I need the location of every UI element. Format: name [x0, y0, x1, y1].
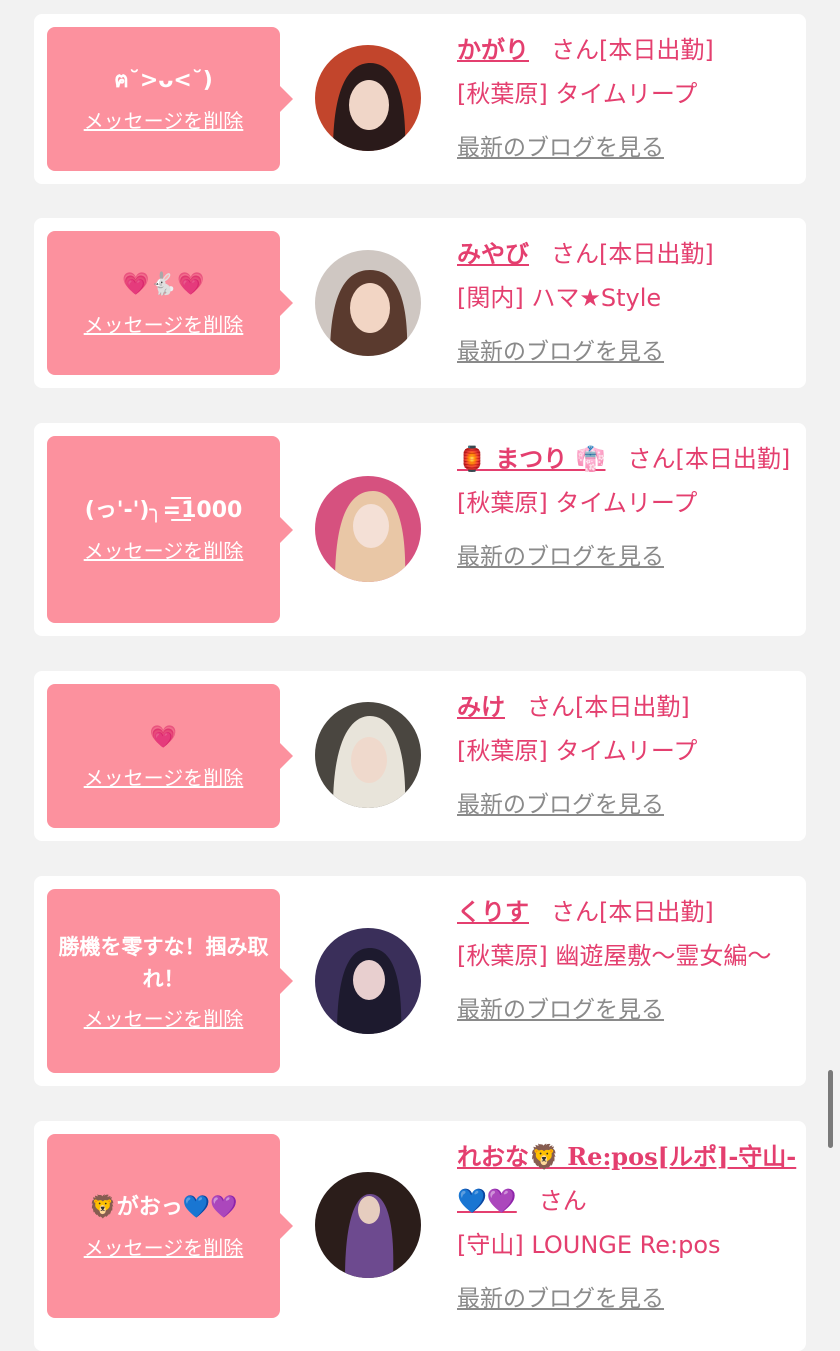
- honorific: さん: [538, 1187, 587, 1215]
- avatar-face: [350, 283, 390, 333]
- latest-blog-link[interactable]: 最新のブログを見る: [457, 783, 797, 827]
- message-text: 💗: [149, 724, 178, 750]
- avatar-face: [351, 737, 387, 783]
- honorific: さん: [551, 240, 599, 268]
- cast-info: みけ さん[本日出勤] [秋葉原] タイムリープ 最新のブログを見る: [457, 685, 797, 827]
- cast-card: 勝機を零すな！掴み取れ！ メッセージを削除 くりす さん[本日出勤] [秋葉原] …: [34, 876, 806, 1086]
- message-bubble: 🦁がおっ💙💜 メッセージを削除: [47, 1134, 293, 1318]
- honorific: さん: [527, 693, 575, 721]
- avatar[interactable]: [315, 928, 421, 1034]
- honorific: さん: [551, 36, 599, 64]
- cast-info: れおな🦁 Re:pos[ルポ]-守山-💙💜 さん [守山] LOUNGE Re:p…: [457, 1135, 797, 1321]
- delete-message-link[interactable]: メッセージを削除: [84, 105, 244, 134]
- scrollbar[interactable]: [828, 1070, 833, 1148]
- shop-text: [関内] ハマ★Style: [457, 284, 662, 312]
- shop-text: [秋葉原] タイムリープ: [457, 489, 698, 517]
- status-text: [本日出勤]: [599, 240, 714, 268]
- honorific: さん: [627, 445, 676, 473]
- status-text: [本日出勤]: [675, 445, 791, 473]
- honorific: さん: [551, 898, 599, 926]
- delete-message-link[interactable]: メッセージを削除: [84, 762, 244, 791]
- cast-info: かがり さん[本日出勤] [秋葉原] タイムリープ 最新のブログを見る: [457, 28, 797, 170]
- cast-info: みやび さん[本日出勤] [関内] ハマ★Style 最新のブログを見る: [457, 232, 797, 374]
- message-text: 🦁がおっ💙💜: [89, 1194, 238, 1220]
- avatar[interactable]: [315, 1172, 421, 1278]
- delete-message-link[interactable]: メッセージを削除: [84, 535, 244, 564]
- latest-blog-link[interactable]: 最新のブログを見る: [457, 330, 797, 374]
- status-text: [本日出勤]: [575, 693, 690, 721]
- avatar[interactable]: [315, 476, 421, 582]
- cast-info: くりす さん[本日出勤] [秋葉原] 幽遊屋敷〜霊女編〜 最新のブログを見る: [457, 890, 797, 1032]
- avatar[interactable]: [315, 250, 421, 356]
- cast-name-link[interactable]: みやび: [457, 240, 529, 268]
- cast-name-link[interactable]: かがり: [457, 36, 529, 64]
- message-bubble: (っ'-')╮=͟͟͞͞1000 メッセージを削除: [47, 436, 293, 623]
- cast-info: 🏮 まつり 👘 さん[本日出勤] [秋葉原] タイムリープ 最新のブログを見る: [457, 437, 797, 579]
- avatar[interactable]: [315, 702, 421, 808]
- avatar-face: [358, 1196, 380, 1224]
- delete-message-link[interactable]: メッセージを削除: [84, 309, 244, 338]
- shop-text: [秋葉原] 幽遊屋敷〜霊女編〜: [457, 942, 772, 970]
- cast-card: 🦁がおっ💙💜 メッセージを削除 れおな🦁 Re:pos[ルポ]-守山-💙💜 さん …: [34, 1121, 806, 1351]
- message-text: 💗🐇💗: [122, 271, 205, 297]
- cast-card: 💗 メッセージを削除 みけ さん[本日出勤] [秋葉原] タイムリープ 最新のブロ…: [34, 671, 806, 841]
- message-bubble: 💗 メッセージを削除: [47, 684, 293, 828]
- shop-text: [秋葉原] タイムリープ: [457, 737, 698, 765]
- avatar-face: [349, 80, 389, 130]
- shop-text: [秋葉原] タイムリープ: [457, 80, 698, 108]
- cast-name-link[interactable]: 🏮 まつり 👘: [457, 445, 605, 473]
- latest-blog-link[interactable]: 最新のブログを見る: [457, 535, 797, 579]
- message-text: ฅ˘>ᴗ<˘): [114, 67, 213, 93]
- cast-card: 💗🐇💗 メッセージを削除 みやび さん[本日出勤] [関内] ハマ★Style 最…: [34, 218, 806, 388]
- cast-name-link[interactable]: くりす: [457, 898, 529, 926]
- cast-card: (っ'-')╮=͟͟͞͞1000 メッセージを削除 🏮 まつり 👘 さん[本日出勤…: [34, 423, 806, 636]
- message-bubble: ฅ˘>ᴗ<˘) メッセージを削除: [47, 27, 293, 171]
- cast-card: ฅ˘>ᴗ<˘) メッセージを削除 かがり さん[本日出勤] [秋葉原] タイムリー…: [34, 14, 806, 184]
- cast-name-link[interactable]: みけ: [457, 693, 505, 721]
- message-text: (っ'-')╮=͟͟͞͞1000: [84, 498, 243, 523]
- status-text: [本日出勤]: [599, 36, 714, 64]
- delete-message-link[interactable]: メッセージを削除: [84, 1232, 244, 1261]
- shop-text: [守山] LOUNGE Re:pos: [457, 1231, 721, 1259]
- message-text: 勝機を零すな！掴み取れ！: [58, 934, 269, 991]
- latest-blog-link[interactable]: 最新のブログを見る: [457, 126, 797, 170]
- latest-blog-link[interactable]: 最新のブログを見る: [457, 1277, 797, 1321]
- message-bubble: 💗🐇💗 メッセージを削除: [47, 231, 293, 375]
- message-bubble: 勝機を零すな！掴み取れ！ メッセージを削除: [47, 889, 293, 1073]
- avatar-face: [353, 960, 385, 1000]
- cast-name-link[interactable]: れおな🦁 Re:pos[ルポ]-守山-💙💜: [457, 1142, 796, 1215]
- avatar[interactable]: [315, 45, 421, 151]
- delete-message-link[interactable]: メッセージを削除: [84, 1003, 244, 1032]
- avatar-face: [353, 504, 389, 548]
- latest-blog-link[interactable]: 最新のブログを見る: [457, 988, 797, 1032]
- status-text: [本日出勤]: [599, 898, 714, 926]
